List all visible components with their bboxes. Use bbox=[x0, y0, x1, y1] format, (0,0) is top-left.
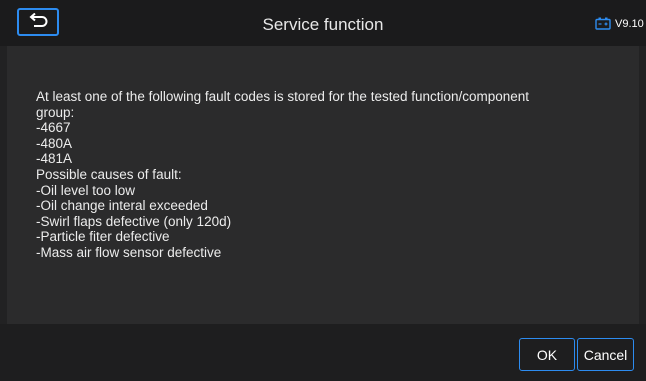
footer-bar: OK Cancel bbox=[0, 324, 646, 381]
message-line: Possible causes of fault: bbox=[36, 166, 182, 182]
message-line: -Oil level too low bbox=[36, 182, 136, 198]
message-line: -Mass air flow sensor defective bbox=[36, 244, 222, 260]
header-bar: Service function V9.10 bbox=[0, 0, 646, 46]
message-line: -481A bbox=[36, 151, 73, 167]
message-panel: At least one of the following fault code… bbox=[7, 46, 639, 324]
message-line: group: bbox=[36, 104, 75, 120]
back-button[interactable] bbox=[17, 8, 59, 36]
battery-icon bbox=[595, 17, 611, 30]
fault-message: At least one of the following fault code… bbox=[36, 89, 616, 261]
page-title: Service function bbox=[262, 15, 384, 34]
message-line: -480A bbox=[36, 135, 73, 151]
version-label: V9.10 bbox=[615, 18, 644, 30]
ok-button[interactable]: OK bbox=[519, 338, 575, 371]
message-line: -Particle fiter defective bbox=[36, 229, 170, 245]
service-function-screen: Service function V9.10 At least one of t… bbox=[0, 0, 646, 381]
message-line: At least one of the following fault code… bbox=[36, 89, 530, 104]
message-line: -4667 bbox=[36, 120, 71, 136]
message-line: -Swirl flaps defective (only 120d) bbox=[36, 213, 232, 229]
back-arrow-icon bbox=[29, 13, 48, 27]
message-line: -Oil change interal exceeded bbox=[36, 198, 208, 214]
cancel-button[interactable]: Cancel bbox=[577, 338, 634, 371]
